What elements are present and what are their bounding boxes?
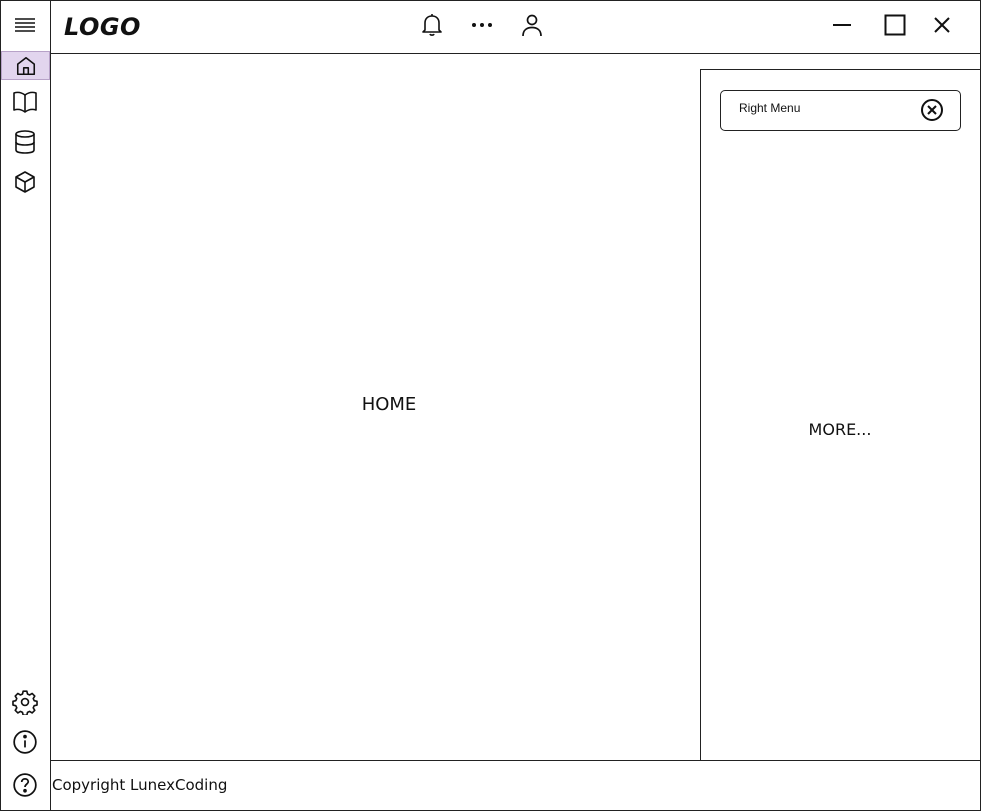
notifications-button[interactable] [418,10,446,40]
minimize-icon [832,23,852,27]
user-icon [521,13,543,37]
gear-icon [12,689,38,715]
sidebar-item-home[interactable] [1,51,50,80]
circle-x-icon [920,98,944,122]
page-title: HOME [361,394,417,415]
minimize-button[interactable] [828,12,856,38]
home-icon [15,55,37,77]
sidebar-item-book[interactable] [11,88,39,116]
maximize-icon [884,14,906,36]
bell-icon [421,12,443,38]
book-open-icon [12,90,38,114]
sidebar-item-help[interactable] [11,771,39,799]
sidebar-item-settings[interactable] [11,688,39,716]
more-text: MORE... [808,420,872,439]
logo: LOGO [64,13,141,41]
sidebar-item-info[interactable] [11,728,39,756]
help-icon [12,772,38,798]
close-icon [933,16,951,34]
sidebar-item-database[interactable] [11,128,39,156]
right-menu-label: Right Menu [739,101,801,115]
box-icon [13,170,37,194]
sidebar-item-box[interactable] [11,168,39,196]
more-button[interactable] [468,12,496,38]
maximize-button[interactable] [880,10,910,40]
hamburger-icon[interactable] [11,12,39,38]
database-icon [14,130,36,154]
close-window-button[interactable] [928,11,956,39]
right-menu-close-button[interactable] [918,96,946,124]
right-panel [700,69,981,760]
more-icon [471,22,493,28]
user-button[interactable] [518,10,546,40]
info-icon [12,729,38,755]
copyright-text: Copyright LunexCoding [52,776,228,794]
